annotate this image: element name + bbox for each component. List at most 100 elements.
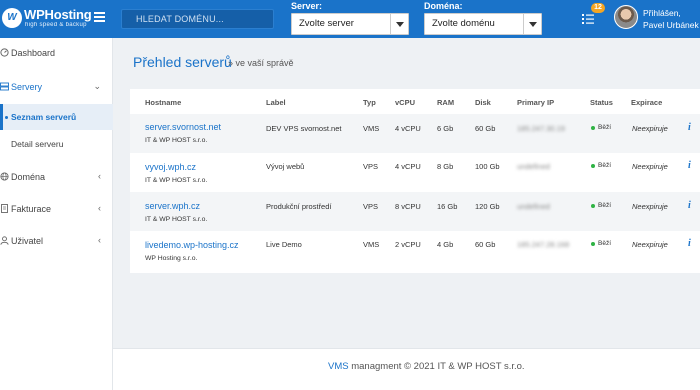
status-dot-icon (591, 164, 595, 168)
column-header-ram[interactable]: RAM (437, 98, 454, 107)
info-icon[interactable]: i (688, 238, 691, 249)
disk-cell: 60 Gb (475, 240, 496, 249)
domain-select[interactable]: Zvolte doménu (424, 13, 542, 35)
column-header-primary-ip[interactable]: Primary IP (517, 98, 554, 107)
domain-select-value: Zvolte doménu (432, 18, 495, 29)
column-header-vcpu[interactable]: vCPU (395, 98, 415, 107)
footer-text: VMS managment © 2021 IT & WP HOST s.r.o. (328, 361, 525, 372)
status-badge: Běží (598, 162, 612, 169)
user-name[interactable]: Pavel Urbánek (643, 20, 699, 30)
sidebar-subitem-server-detail[interactable]: Detail serveru (0, 131, 113, 157)
info-icon[interactable]: i (688, 160, 691, 171)
ram-cell: 6 Gb (437, 124, 454, 133)
ram-cell: 8 Gb (437, 162, 454, 171)
owner-text: IT & WP HOST s.r.o. (145, 216, 208, 223)
expiry-cell: Neexpiruje (632, 124, 668, 133)
expiry-cell: Neexpiruje (632, 162, 668, 171)
table-row[interactable] (130, 114, 700, 153)
status-dot-icon (591, 204, 595, 208)
status-dot-icon (591, 126, 595, 130)
column-header-label[interactable]: Label (266, 98, 286, 107)
page-subtitle: » ve vaší správě (228, 58, 294, 68)
ip-cell: undefined (517, 162, 550, 171)
vcpu-cell: 4 vCPU (395, 162, 421, 171)
notification-badge: 12 (591, 3, 605, 13)
type-cell: VPS (363, 202, 379, 211)
task-list-icon[interactable] (581, 12, 595, 26)
label-cell: Produkční prostředí (266, 202, 332, 211)
sidebar-item-user[interactable]: Uživatel ‹ (0, 226, 113, 256)
disk-cell: 60 Gb (475, 124, 496, 133)
sidebar: Dashboard Servery ⌄ Seznam serverů Detai… (0, 38, 113, 390)
ip-cell: 185.247.28.168 (517, 240, 570, 249)
hostname-link[interactable]: server.wph.cz (145, 201, 200, 211)
chevron-left-icon: ‹ (98, 235, 101, 245)
sidebar-item-label: Doména (11, 172, 46, 182)
avatar[interactable] (614, 5, 638, 29)
brand-logo[interactable]: W WPHosting high speed & backup (0, 4, 92, 34)
chevron-down-icon (390, 14, 408, 34)
menu-toggle-icon[interactable] (94, 12, 105, 22)
owner-text: IT & WP HOST s.r.o. (145, 177, 208, 184)
label-cell: Vývoj webů (266, 162, 305, 171)
page-title: Přehled serverů (133, 54, 232, 70)
column-header-status[interactable]: Status (590, 98, 613, 107)
info-icon[interactable]: i (688, 122, 691, 133)
ip-cell: undefined (517, 202, 550, 211)
status-badge: Běží (598, 124, 612, 131)
ram-cell: 16 Gb (437, 202, 458, 211)
table-row[interactable] (130, 153, 700, 192)
logo-mark-icon: W (2, 8, 22, 28)
type-cell: VPS (363, 162, 379, 171)
type-cell: VMS (363, 124, 380, 133)
sidebar-item-servers[interactable]: Servery ⌄ (0, 72, 113, 102)
column-header-expiry[interactable]: Expirace (631, 98, 662, 107)
brand-name: WPHosting (24, 7, 92, 22)
sidebar-item-label: Fakturace (11, 204, 52, 214)
info-icon[interactable]: i (688, 200, 691, 211)
server-select-value: Zvolte server (299, 18, 354, 29)
ram-cell: 4 Gb (437, 240, 454, 249)
domain-select-label: Doména: (424, 1, 463, 11)
vcpu-cell: 2 vCPU (395, 240, 421, 249)
hostname-link[interactable]: server.svornost.net (145, 122, 221, 132)
sidebar-subitem-label: Detail serveru (11, 139, 64, 149)
sidebar-item-label: Dashboard (11, 48, 56, 58)
owner-text: WP Hosting s.r.o. (145, 255, 198, 262)
domain-search-input[interactable] (121, 9, 274, 29)
vcpu-cell: 4 vCPU (395, 124, 421, 133)
sidebar-subitem-server-list[interactable]: Seznam serverů (0, 104, 113, 130)
owner-text: IT & WP HOST s.r.o. (145, 137, 208, 144)
footer-brand: VMS (328, 361, 349, 372)
server-select[interactable]: Zvolte server (291, 13, 409, 35)
label-cell: Live Demo (266, 240, 302, 249)
chevron-down-icon: ⌄ (93, 81, 101, 91)
user-greeting: Přihlášen, (643, 8, 681, 18)
chevron-left-icon: ‹ (98, 171, 101, 181)
table-row[interactable] (130, 192, 700, 231)
hostname-link[interactable]: vyvoj.wph.cz (145, 162, 196, 172)
sidebar-item-label: Uživatel (11, 236, 44, 246)
disk-cell: 120 Gb (475, 202, 500, 211)
hostname-link[interactable]: livedemo.wp-hosting.cz (145, 240, 239, 250)
sidebar-item-dashboard[interactable]: Dashboard (0, 38, 113, 68)
sidebar-item-billing[interactable]: Fakturace ‹ (0, 194, 113, 224)
user-icon (0, 236, 9, 245)
status-badge: Běží (598, 240, 612, 247)
table-row[interactable] (130, 231, 700, 270)
sidebar-subitem-label: Seznam serverů (11, 112, 77, 122)
column-header-disk[interactable]: Disk (475, 98, 491, 107)
top-bar: W WPHosting high speed & backup Server: … (0, 0, 700, 38)
expiry-cell: Neexpiruje (632, 202, 668, 211)
footer: VMS managment © 2021 IT & WP HOST s.r.o. (113, 348, 700, 390)
sidebar-item-domain[interactable]: Doména ‹ (0, 162, 113, 192)
server-icon (0, 82, 9, 91)
vcpu-cell: 8 vCPU (395, 202, 421, 211)
type-cell: VMS (363, 240, 380, 249)
column-header-type[interactable]: Typ (363, 98, 376, 107)
footer-copyright: managment © 2021 IT & WP HOST s.r.o. (351, 361, 525, 372)
label-cell: DEV VPS svornost.net (266, 124, 342, 133)
column-header-hostname[interactable]: Hostname (145, 98, 181, 107)
bullet-icon (5, 116, 8, 119)
chevron-left-icon: ‹ (98, 203, 101, 213)
